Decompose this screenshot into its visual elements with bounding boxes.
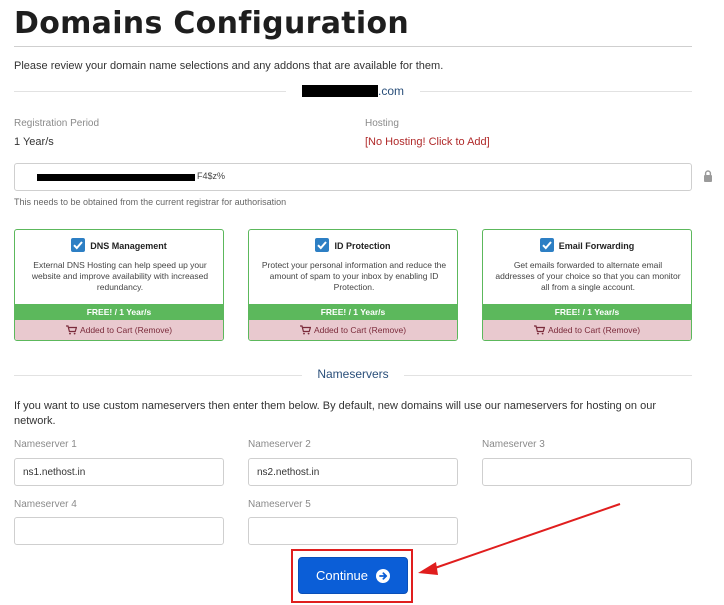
- epp-code-input[interactable]: F4$z%: [14, 163, 692, 191]
- addon-dns-management[interactable]: DNS Management External DNS Hosting can …: [14, 229, 224, 341]
- nameservers-header: Nameservers: [14, 367, 692, 383]
- checkbox-check-icon[interactable]: [71, 238, 86, 252]
- addon-price: FREE! / 1 Year/s: [249, 304, 457, 320]
- checkbox-check-icon[interactable]: [315, 238, 330, 252]
- addon-email-forwarding[interactable]: Email Forwarding Get emails forwarded to…: [482, 229, 692, 341]
- divider-line: [14, 91, 286, 92]
- addon-description: Get emails forwarded to alternate email …: [495, 260, 681, 292]
- domain-header: .com: [14, 84, 692, 98]
- hosting-label: Hosting: [365, 118, 399, 129]
- continue-button[interactable]: Continue: [298, 557, 408, 594]
- shopping-cart-icon: [533, 322, 546, 340]
- nameserver-1-label: Nameserver 1: [14, 439, 77, 450]
- nameserver-3-label: Nameserver 3: [482, 439, 545, 450]
- checkbox-check-icon[interactable]: [539, 238, 554, 252]
- domain-name: .com: [302, 84, 404, 98]
- registration-period-label: Registration Period: [14, 118, 100, 129]
- addon-remove-link[interactable]: Added to Cart (Remove): [249, 320, 457, 340]
- epp-help-text: This needs to be obtained from the curre…: [14, 197, 287, 207]
- redacted-epp-block: [37, 174, 195, 181]
- nameserver-3-input[interactable]: [482, 458, 692, 486]
- nameservers-heading: Nameservers: [317, 367, 389, 381]
- arrow-circle-right-icon: [376, 568, 391, 583]
- shopping-cart-icon: [65, 322, 78, 340]
- domain-suffix: .com: [378, 84, 405, 98]
- redacted-domain-block: [302, 85, 378, 97]
- nameserver-4-label: Nameserver 4: [14, 499, 77, 510]
- nameservers-intro: If you want to use custom nameservers th…: [14, 400, 656, 427]
- nameserver-5-label: Nameserver 5: [248, 499, 311, 510]
- addon-remove-link[interactable]: Added to Cart (Remove): [15, 320, 223, 340]
- page-intro: Please review your domain name selection…: [14, 60, 444, 72]
- addon-title: DNS Management: [90, 241, 167, 251]
- continue-label: Continue: [315, 568, 369, 583]
- addon-description: Protect your personal information and re…: [261, 260, 447, 292]
- divider-line: [420, 91, 692, 92]
- addon-description: External DNS Hosting can help speed up y…: [31, 260, 209, 292]
- registration-period-value: 1 Year/s: [14, 136, 54, 148]
- nameserver-2-label: Nameserver 2: [248, 439, 311, 450]
- add-hosting-link[interactable]: [No Hosting! Click to Add]: [365, 136, 490, 148]
- addon-title: Email Forwarding: [558, 241, 635, 251]
- addon-price: FREE! / 1 Year/s: [483, 304, 691, 320]
- addon-remove-link[interactable]: Added to Cart (Remove): [483, 320, 691, 340]
- lock-icon: [703, 169, 713, 182]
- nameserver-5-input[interactable]: [248, 517, 458, 545]
- title-divider: [14, 46, 692, 47]
- nameserver-2-input[interactable]: [248, 458, 458, 486]
- page-title: Domains Configuration: [14, 6, 410, 41]
- divider-line: [404, 375, 692, 376]
- addon-cart-text: Added to Cart (Remove): [547, 325, 641, 335]
- addon-title: ID Protection: [334, 241, 391, 251]
- addon-id-protection[interactable]: ID Protection Protect your personal info…: [248, 229, 458, 341]
- nameserver-1-input[interactable]: [14, 458, 224, 486]
- epp-code-visible: F4$z%: [197, 171, 226, 181]
- divider-line: [14, 375, 302, 376]
- addon-cart-text: Added to Cart (Remove): [79, 325, 173, 335]
- shopping-cart-icon: [299, 322, 312, 340]
- addon-price: FREE! / 1 Year/s: [15, 304, 223, 320]
- addon-cart-text: Added to Cart (Remove): [313, 325, 407, 335]
- nameserver-4-input[interactable]: [14, 517, 224, 545]
